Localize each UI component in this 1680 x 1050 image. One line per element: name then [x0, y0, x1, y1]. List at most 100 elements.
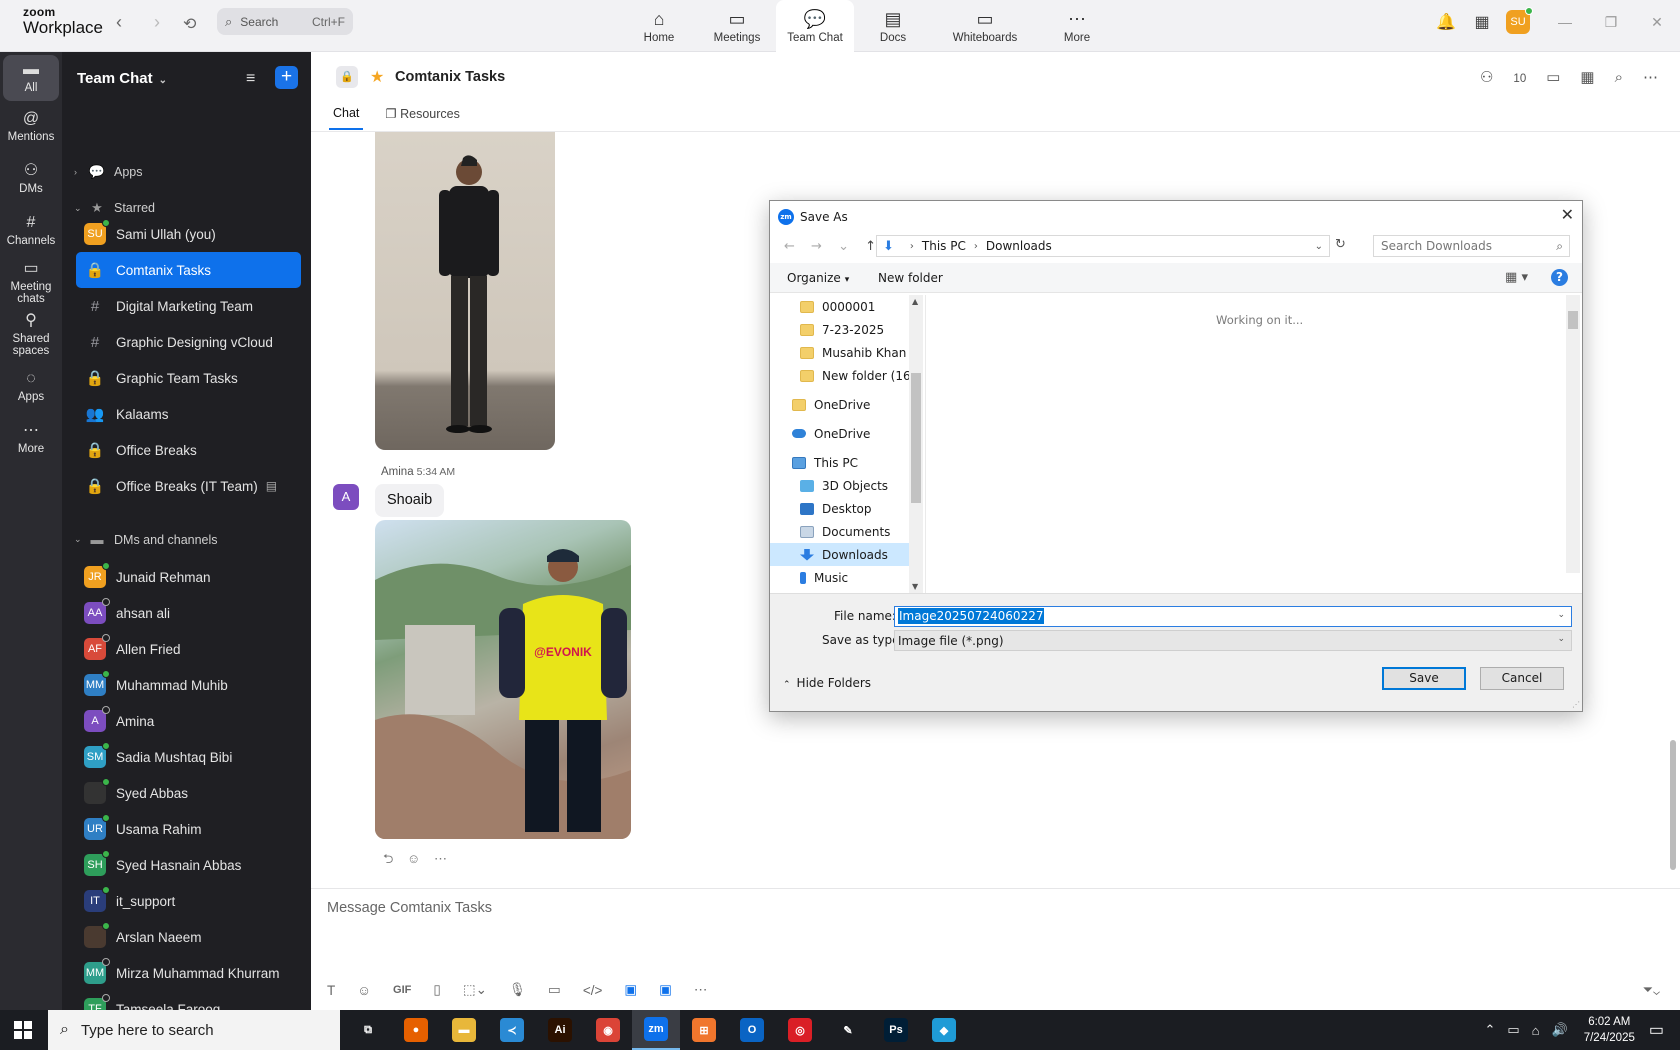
sidebar-item-allen-fried[interactable]: AF Allen Fried [76, 631, 301, 667]
back-arrow-icon[interactable]: ← [784, 239, 795, 254]
rail-all[interactable]: ▬ All [3, 55, 59, 101]
apps-section[interactable]: › 💬 Apps [74, 164, 143, 180]
sidebar-item-sami-ullah-you[interactable]: SU Sami Ullah (you) [76, 216, 301, 252]
rail-shared-spaces[interactable]: ⚲ Shared spaces [0, 309, 62, 361]
search-downloads-input[interactable]: Search Downloads ⌕ [1373, 235, 1570, 257]
video-icon[interactable]: ▭ [1546, 68, 1560, 86]
sidebar-item-amina[interactable]: A Amina [76, 703, 301, 739]
video-message-icon[interactable]: ▭ [548, 982, 561, 998]
tab-chat[interactable]: Chat [329, 106, 364, 130]
tab-more[interactable]: ⋯ More [1038, 0, 1116, 52]
taskbar-zoom-icon[interactable]: zm [632, 1010, 680, 1050]
taskbar-app-orange-icon[interactable]: ⊞ [680, 1010, 728, 1050]
members-button[interactable]: ⚇ 10 [1480, 68, 1526, 86]
starred-section[interactable]: ⌄ ★ Starred [74, 200, 155, 216]
taskbar-search[interactable]: ⌕ Type here to search [48, 1010, 340, 1050]
taskbar-photoshop-icon[interactable]: Ps [872, 1010, 920, 1050]
microphone-icon[interactable]: 🎙 [509, 982, 526, 998]
history-icon[interactable]: ⟲ [183, 14, 196, 34]
search-icon[interactable]: ⌕ [1615, 69, 1623, 86]
tree-item-music[interactable]: Music [770, 566, 922, 589]
organize-button[interactable]: Organize ▾ [787, 271, 849, 285]
shared-photo-1[interactable] [375, 132, 555, 450]
scroll-thumb[interactable] [911, 373, 921, 503]
file-list-scrollbar[interactable] [1566, 295, 1580, 573]
tree-item-7-23-2025[interactable]: 7-23-2025 [770, 318, 922, 341]
refresh-icon[interactable]: ↻ [1335, 237, 1346, 252]
app-icon-2[interactable]: ▣ [659, 982, 672, 998]
screenshot-icon[interactable]: ⬚⌄ [463, 982, 487, 998]
file-name-input[interactable]: Image20250724060227 ⌄ [894, 606, 1572, 627]
sidebar-item-kalaams[interactable]: 👥 Kalaams [76, 396, 301, 432]
taskbar-task-view-icon[interactable]: ⧉ [344, 1010, 392, 1050]
save-type-select[interactable]: Image file (*.png) ⌄ [894, 630, 1572, 651]
windows-start-icon[interactable] [14, 1021, 32, 1039]
cancel-button[interactable]: Cancel [1480, 667, 1564, 690]
calendar-icon[interactable]: ▦ [1580, 68, 1594, 86]
sidebar-item-ahsan-ali[interactable]: AA ahsan ali [76, 595, 301, 631]
path-downloads[interactable]: Downloads [986, 239, 1052, 253]
tab-resources[interactable]: ❐ Resources [381, 106, 463, 130]
display-icon[interactable]: ▭ [1507, 1022, 1519, 1038]
message-sender[interactable]: Amina [381, 466, 414, 478]
back-arrow-icon[interactable]: ‹ [116, 12, 122, 33]
new-folder-button[interactable]: New folder [878, 271, 943, 285]
app-icon[interactable]: ▣ [624, 982, 637, 998]
tab-meetings[interactable]: ▭ Meetings [698, 0, 776, 52]
format-text-icon[interactable]: T [327, 983, 335, 998]
sidebar-item-office-breaks[interactable]: 🔒 Office Breaks [76, 432, 301, 468]
sidebar-item-sadia-mushtaq-bibi[interactable]: SM Sadia Mushtaq Bibi [76, 739, 301, 775]
scroll-down-icon[interactable]: ▼ [912, 582, 918, 591]
tab-team-chat[interactable]: 💬 Team Chat [776, 0, 854, 52]
user-avatar[interactable]: SU [1506, 7, 1533, 34]
tree-item-new-folder-16[interactable]: New folder (16) [770, 364, 922, 387]
more-icon[interactable]: ⋯ [1643, 68, 1658, 86]
channel-title[interactable]: Comtanix Tasks [395, 69, 505, 85]
minimize-icon[interactable]: — [1542, 14, 1588, 30]
notification-icon[interactable]: ▭ [1649, 1020, 1664, 1040]
sidebar-item-digital-marketing-team[interactable]: # Digital Marketing Team [76, 288, 301, 324]
rail-mentions[interactable]: @ Mentions [0, 101, 62, 153]
resize-grip-icon[interactable]: ⋰ [1572, 700, 1580, 709]
close-icon[interactable]: ✕ [1634, 14, 1680, 31]
message-avatar[interactable]: A [333, 484, 359, 510]
taskbar-illustrator-icon[interactable]: Ai [536, 1010, 584, 1050]
taskbar-chrome-icon[interactable]: ◉ [584, 1010, 632, 1050]
forward-arrow-icon[interactable]: › [154, 12, 160, 33]
taskbar-vscode-icon[interactable]: ≺ [488, 1010, 536, 1050]
taskbar-app-diamond-icon[interactable]: ◆ [920, 1010, 968, 1050]
reply-icon[interactable]: ⮌ [383, 851, 393, 866]
up-arrow-icon[interactable]: ↑ [865, 239, 876, 254]
save-button[interactable]: Save [1382, 667, 1466, 690]
file-icon[interactable]: ▯ [433, 982, 440, 998]
more-icon[interactable]: ⋯ [694, 982, 708, 998]
help-icon[interactable]: ? [1551, 269, 1568, 286]
tree-item-this-pc[interactable]: This PC [770, 451, 922, 474]
sidebar-item-syed-hasnain-abbas[interactable]: SH Syed Hasnain Abbas [76, 847, 301, 883]
chevron-up-icon[interactable]: ⌃ [1484, 1022, 1495, 1038]
global-search[interactable]: ⌕ Search Ctrl+F [217, 8, 353, 35]
sidebar-item-syed-abbas[interactable]: Syed Abbas [76, 775, 301, 811]
file-list-pane[interactable]: Working on it... [925, 295, 1580, 593]
rail-more[interactable]: ⋯ More [0, 413, 62, 465]
emoji-icon[interactable]: ☺ [407, 851, 420, 866]
taskbar-firefox-icon[interactable]: ● [392, 1010, 440, 1050]
new-chat-button[interactable]: + [275, 66, 298, 89]
calendar-icon[interactable]: ▦ [1464, 12, 1500, 32]
gif-button[interactable]: GIF [393, 984, 411, 996]
path-this-pc[interactable]: This PC [922, 239, 966, 253]
chat-scrollbar[interactable] [1670, 740, 1676, 870]
scroll-up-icon[interactable]: ▲ [912, 297, 918, 306]
rail-meeting-chats[interactable]: ▭ Meeting chats [0, 257, 62, 309]
sidebar-title[interactable]: Team Chat ⌄ [77, 70, 167, 87]
tab-whiteboards[interactable]: ▭ Whiteboards [932, 0, 1038, 52]
sidebar-item-junaid-rehman[interactable]: JR Junaid Rehman [76, 559, 301, 595]
send-options-icon[interactable]: ⏷⌄ [1643, 982, 1660, 998]
scroll-thumb[interactable] [1568, 311, 1578, 329]
tree-scrollbar[interactable]: ▲ ▼ [909, 295, 923, 593]
tree-item-desktop[interactable]: Desktop [770, 497, 922, 520]
view-options-icon[interactable]: ▦ ▾ [1505, 270, 1528, 285]
volume-icon[interactable]: 🔊 [1552, 1022, 1568, 1038]
tree-item-onedrive[interactable]: OneDrive [770, 393, 922, 416]
taskbar-outlook-icon[interactable]: O [728, 1010, 776, 1050]
